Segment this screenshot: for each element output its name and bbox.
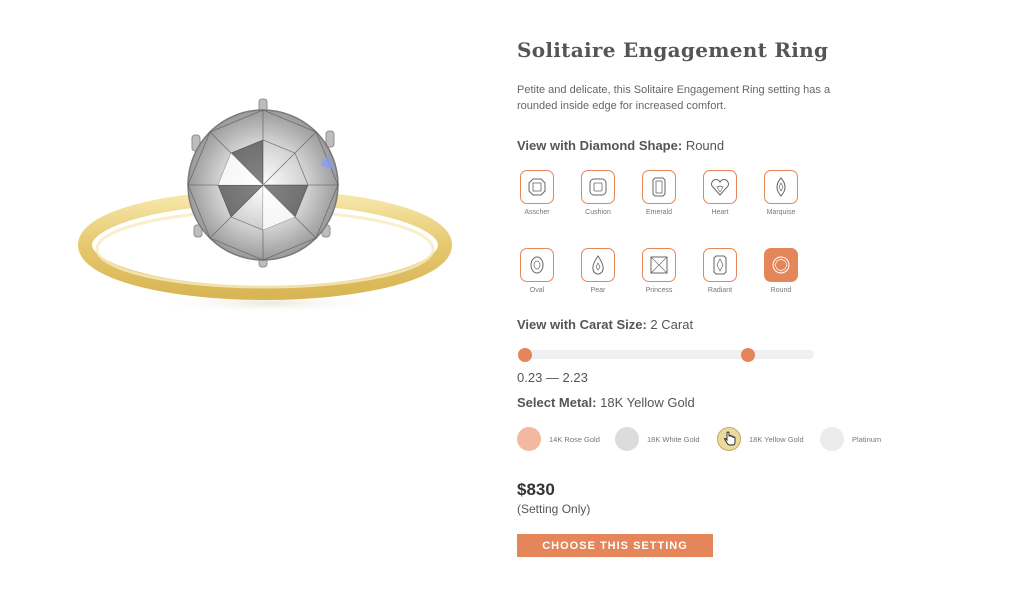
price: $830 xyxy=(517,480,555,499)
pointer-hand-icon xyxy=(723,431,736,446)
shape-label: Heart xyxy=(711,209,729,216)
product-image xyxy=(70,85,460,325)
product-title: Solitaire Engagement Ring xyxy=(517,38,829,62)
choose-setting-button[interactable]: CHOOSE THIS SETTING xyxy=(517,534,713,557)
diamond-shape-grid: Asscher Cushion Emerald Heart Marquise O… xyxy=(517,170,817,300)
yellow-gold-swatch xyxy=(717,427,741,451)
metal-option-label: 14K Rose Gold xyxy=(549,434,600,444)
shape-option-pear[interactable]: Pear xyxy=(578,248,618,294)
cushion-diamond-icon xyxy=(581,170,615,204)
shape-option-marquise[interactable]: Marquise xyxy=(761,170,801,216)
shape-label: Pear xyxy=(590,287,606,294)
asscher-diamond-icon xyxy=(520,170,554,204)
slider-max-handle[interactable] xyxy=(741,347,755,362)
rose-gold-swatch xyxy=(517,427,541,451)
shape-option-radiant[interactable]: Radiant xyxy=(700,248,740,294)
product-details: Solitaire Engagement Ring Petite and del… xyxy=(517,38,937,114)
princess-diamond-icon xyxy=(642,248,676,282)
diamond-shape-heading: View with Diamond Shape: Round xyxy=(517,138,724,153)
slider-track xyxy=(518,350,814,359)
shape-option-round[interactable]: Round xyxy=(761,248,801,294)
diamond-shape-value: Round xyxy=(685,138,725,153)
metal-option-rose-gold[interactable]: 14K Rose Gold xyxy=(517,427,600,451)
oval-diamond-icon xyxy=(520,248,554,282)
metal-heading: Select Metal: 18K Yellow Gold xyxy=(517,395,695,410)
metal-option-label: 18K Yellow Gold xyxy=(749,434,804,444)
metal-value: 18K Yellow Gold xyxy=(600,395,695,410)
carat-size-value: 2 Carat xyxy=(650,317,694,332)
shape-label: Emerald xyxy=(645,209,673,216)
carat-range-text: 0.23 — 2.23 xyxy=(517,370,588,385)
product-description: Petite and delicate, this Solitaire Enga… xyxy=(517,84,831,112)
metal-option-platinum[interactable]: Platinum xyxy=(820,427,881,451)
emerald-diamond-icon xyxy=(642,170,676,204)
heart-diamond-icon xyxy=(703,170,737,204)
shape-label: Asscher xyxy=(524,209,550,216)
radiant-diamond-icon xyxy=(703,248,737,282)
slider-min-handle[interactable] xyxy=(518,347,532,362)
platinum-swatch xyxy=(820,427,844,451)
shape-label: Cushion xyxy=(585,209,611,216)
shape-label: Marquise xyxy=(766,209,796,216)
shape-label: Radiant xyxy=(707,287,733,294)
diamond-shape-label: View with Diamond Shape: xyxy=(517,138,683,153)
round-diamond-icon xyxy=(764,248,798,282)
shape-option-oval[interactable]: Oval xyxy=(517,248,557,294)
marquise-diamond-icon xyxy=(764,170,798,204)
shape-label: Oval xyxy=(529,287,545,294)
shape-label: Round xyxy=(770,287,792,294)
metal-label: Select Metal: xyxy=(517,395,597,410)
carat-size-label: View with Carat Size: xyxy=(517,317,647,332)
metal-option-label: Platinum xyxy=(852,434,882,444)
carat-range-slider[interactable] xyxy=(517,347,817,362)
white-gold-swatch xyxy=(615,427,639,451)
metal-option-label: 18K White Gold xyxy=(647,434,700,444)
shape-option-emerald[interactable]: Emerald xyxy=(639,170,679,216)
shape-label: Princess xyxy=(645,287,673,294)
metal-option-yellow-gold[interactable]: 18K Yellow Gold xyxy=(717,427,804,451)
price-note: (Setting Only) xyxy=(517,502,591,516)
shape-option-heart[interactable]: Heart xyxy=(700,170,740,216)
pear-diamond-icon xyxy=(581,248,615,282)
ring-illustration xyxy=(78,98,452,313)
shape-option-asscher[interactable]: Asscher xyxy=(517,170,557,216)
shape-option-princess[interactable]: Princess xyxy=(639,248,679,294)
metal-option-white-gold[interactable]: 18K White Gold xyxy=(615,427,700,451)
shape-option-cushion[interactable]: Cushion xyxy=(578,170,618,216)
carat-size-heading: View with Carat Size: 2 Carat xyxy=(517,317,693,332)
